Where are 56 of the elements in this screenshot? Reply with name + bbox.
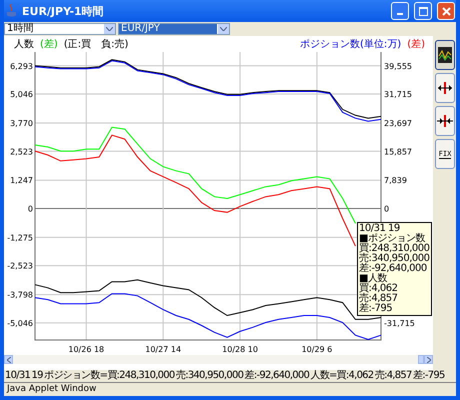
y-axis-label: 15,857 — [384, 147, 412, 156]
tooltip-line: 10/31 19 — [359, 224, 401, 234]
legend-label: 人数 — [14, 38, 34, 51]
tooltip-line: 買:4,062 — [359, 284, 398, 294]
maximize-button[interactable] — [414, 2, 432, 20]
tooltip-line: 差:-795 — [359, 304, 394, 314]
x-axis-label: 10/27 14 — [145, 345, 182, 354]
y-axis-label: 39,555 — [384, 62, 412, 71]
chart-button[interactable] — [435, 40, 455, 70]
tooltip-line: 買:248,310,000 — [359, 244, 430, 254]
legend-label: (差) — [40, 38, 58, 51]
chart-icon — [438, 47, 452, 63]
legend-note: (正:買 負:売) — [64, 38, 128, 51]
scrollbar-thumb[interactable] — [418, 355, 424, 364]
close-icon — [442, 6, 450, 16]
shrink-button[interactable] — [435, 106, 455, 136]
y-axis-label: -2,523 — [7, 262, 33, 271]
y-axis-label: 0 — [384, 204, 390, 214]
y-axis-label: 31,715 — [384, 90, 412, 100]
close-button[interactable] — [437, 2, 455, 20]
tooltip-line: 売:4,857 — [359, 294, 398, 304]
y-axis-label: 7,839 — [384, 176, 407, 186]
horizontal-scrollbar[interactable] — [4, 355, 433, 364]
tooltip-line: 差:-92,640,000 — [359, 264, 428, 274]
status-line: 10/31 19 ポジション数=買:248,310,000 売:340,950,000 差:-92,640,000 人数=買:4,062 売:4,857 差:-795 — [4, 370, 446, 382]
maximize-icon — [418, 6, 428, 16]
tooltip-line: ■ポジション数 — [359, 234, 425, 244]
y-axis-label: -31,715 — [384, 318, 415, 328]
legend-label: ポジション数(単位:万) — [300, 38, 402, 51]
shrink-arrows-icon — [437, 115, 453, 127]
y-axis-label: 3,770 — [10, 118, 33, 128]
minimize-button[interactable] — [391, 2, 409, 20]
y-axis-label: -5,046 — [7, 318, 33, 328]
x-axis-label: 10/28 10 — [222, 345, 258, 354]
legend-label: (差) — [407, 38, 425, 51]
y-axis-label: 6,293 — [10, 62, 33, 71]
y-axis-label: -1,275 — [7, 233, 33, 242]
caret-icon — [106, 27, 113, 31]
expand-arrows-icon — [437, 82, 453, 94]
y-axis-label: 23,697 — [384, 118, 412, 128]
y-axis-label: 1,247 — [10, 176, 33, 186]
y-axis-label: 2,523 — [10, 147, 33, 156]
coffee-cup-icon — [6, 4, 18, 18]
caret-icon — [220, 27, 227, 31]
expand-button[interactable] — [435, 73, 455, 103]
y-axis-label: -3,798 — [7, 290, 33, 300]
y-axis-label: 5,046 — [10, 90, 33, 100]
dropdown[interactable]: 1時間 — [4, 23, 116, 35]
tooltip-line: ■人数 — [359, 274, 387, 284]
dropdown[interactable]: EUR/JPY — [118, 23, 230, 35]
tooltip-line: 売:340,950,000 — [359, 254, 430, 264]
applet-footer: Java Applet Window — [4, 382, 456, 396]
x-axis-label: 10/26 18 — [68, 345, 104, 354]
x-axis-label: 10/29 6 — [302, 345, 332, 354]
y-axis-label: 0 — [28, 204, 33, 214]
window-title: EUR/JPY-1時間 — [22, 4, 105, 18]
